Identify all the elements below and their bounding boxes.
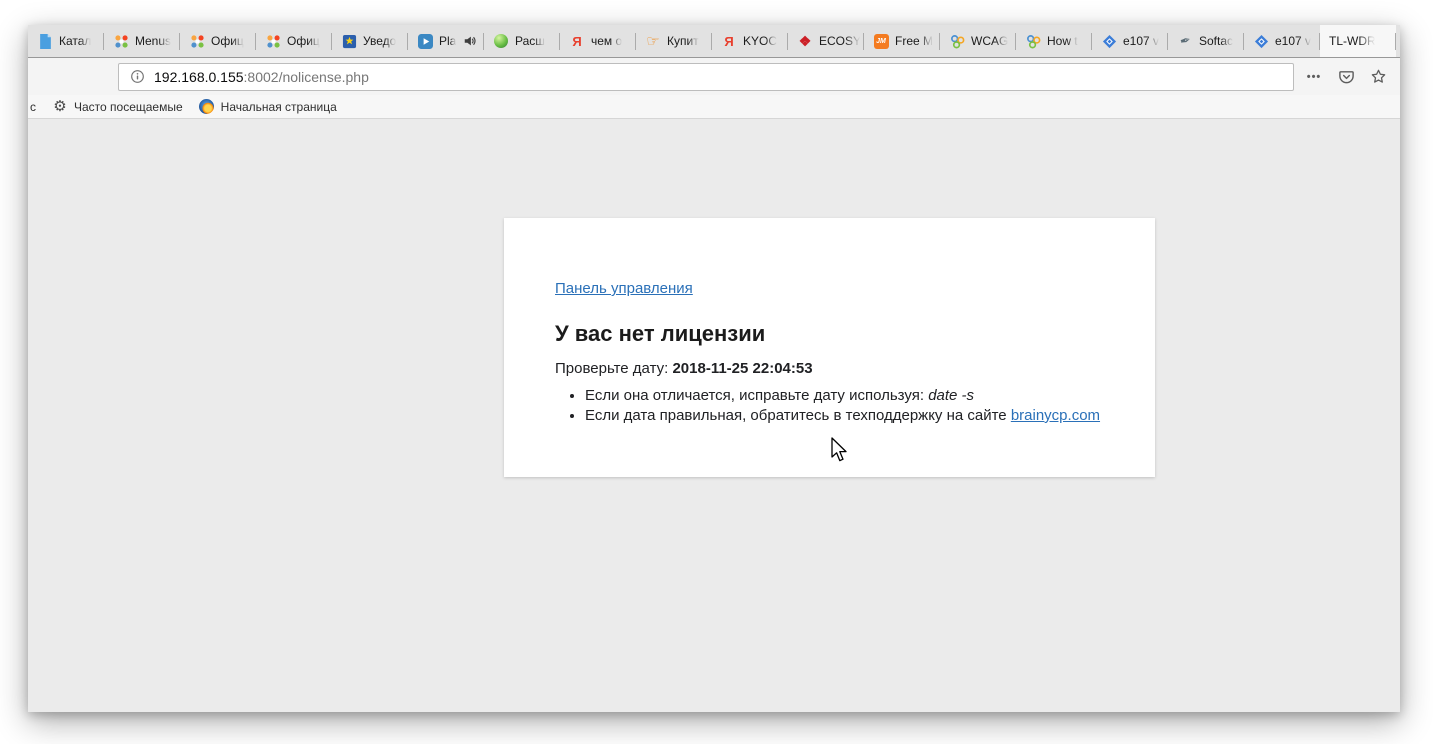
tab-label: e107 v [1275,34,1311,48]
tab-1[interactable]: Menus [104,25,180,57]
tab-17[interactable]: TL-WDR36 [1320,25,1396,57]
tab-label: Купит [667,34,699,48]
bluedoc-icon [37,33,53,49]
hand-icon: ☞ [645,33,661,49]
tab-9[interactable]: Я KYOC [712,25,788,57]
firefox-icon [199,99,215,115]
tab-label: WCAG [971,34,1008,48]
tab-label: Офиц [287,34,320,48]
tab-label: e107 v [1123,34,1159,48]
yandex-icon: Я [569,33,585,49]
tab-label: Pla [439,34,456,48]
tab-label: Free M [895,34,933,48]
list-item: Если дата правильная, обратитесь в техпо… [585,407,1115,425]
tab-11[interactable]: JM Free M [864,25,940,57]
tab-6[interactable]: Расш [484,25,560,57]
url-host: 192.168.0.155 [154,69,244,85]
tab-10[interactable]: ❖ ECOSY [788,25,864,57]
joomla-icon [189,33,205,49]
jm-icon: JM [873,33,889,49]
page-actions-button[interactable]: ••• [1302,64,1326,90]
pocket-icon[interactable] [1334,64,1358,90]
tab-label: Расш [515,34,545,48]
joomla-icon [265,33,281,49]
tab-label: Menus [135,34,171,48]
circles-icon [1025,33,1041,49]
license-card: Панель управления У вас нет лицензии Про… [504,218,1155,477]
feather-icon: ✒ [1177,33,1193,49]
e107-icon [1101,33,1117,49]
tab-label: чем о [591,34,622,48]
shield-icon [341,33,357,49]
play-icon [417,33,433,49]
tab-2[interactable]: Офиц [180,25,256,57]
control-panel-link[interactable]: Панель управления [555,280,693,297]
tab-13[interactable]: How t [1016,25,1092,57]
tab-3[interactable]: Офиц [256,25,332,57]
tab-15[interactable]: ✒ Softac [1168,25,1244,57]
page-viewport: Панель управления У вас нет лицензии Про… [28,119,1400,711]
ecosy-icon: ❖ [797,33,813,49]
tab-label: Офиц [211,34,244,48]
tab-14[interactable]: e107 v [1092,25,1168,57]
date-command: date -s [928,387,974,404]
page-title: У вас нет лицензии [555,321,1115,347]
tab-8[interactable]: ☞ Купит [636,25,712,57]
url-path: :8002/nolicense.php [244,69,369,85]
tab-label: Уведо [363,34,396,48]
sphere-icon [493,33,509,49]
tab-label: Катал [59,34,91,48]
navigation-bar: 192.168.0.155:8002/nolicense.php ••• [28,58,1400,95]
url-text: 192.168.0.155:8002/nolicense.php [154,69,369,85]
tab-4[interactable]: Уведо [332,25,408,57]
bookmark-home-page[interactable]: Начальная страница [193,97,343,117]
desktop: { "browser": { "tabs": [ {"label": "Ката… [0,0,1433,744]
tab-strip: Катал Menus Офиц Офиц Уведо Pla Расш Ячем о ☞ Куп… [28,25,1400,58]
e107-icon [1253,33,1269,49]
list-item: Если она отличается, исправьте дату испо… [585,387,1115,405]
url-input[interactable]: 192.168.0.155:8002/nolicense.php [118,63,1294,91]
tab-label: Softac [1199,34,1233,48]
site-info-icon[interactable] [129,69,145,85]
bookmark-fragment[interactable]: c [30,100,36,114]
check-date-line: Проверьте дату: 2018-11-25 22:04:53 [555,360,1115,377]
gear-icon: ⚙ [52,99,68,115]
yandex-icon: Я [721,33,737,49]
browser-window: Катал Menus Офиц Офиц Уведо Pla Расш Ячем о ☞ Куп… [28,25,1400,712]
joomla-icon [113,33,129,49]
tab-label: How t [1047,34,1078,48]
tab-7[interactable]: Ячем о [560,25,636,57]
tab-audio-speaker-icon[interactable] [462,33,478,49]
tab-5[interactable]: Pla [408,25,484,57]
bookmark-frequently-visited[interactable]: ⚙ Часто посещаемые [46,97,189,117]
instructions-list: Если она отличается, исправьте дату испо… [555,387,1115,425]
bookmark-star-icon[interactable] [1366,64,1390,90]
bookmarks-bar: c ⚙ Часто посещаемые Начальная страница [28,95,1400,119]
tab-16[interactable]: e107 v [1244,25,1320,57]
tab-label: ECOSY [819,34,860,48]
tab-label: KYOC [743,34,777,48]
tab-0[interactable]: Катал [28,25,104,57]
brainycp-link[interactable]: brainycp.com [1011,407,1100,424]
tab-label: TL-WDR36 [1329,34,1375,48]
date-value: 2018-11-25 22:04:53 [672,360,812,377]
circles-icon [949,33,965,49]
tab-12[interactable]: WCAG [940,25,1016,57]
